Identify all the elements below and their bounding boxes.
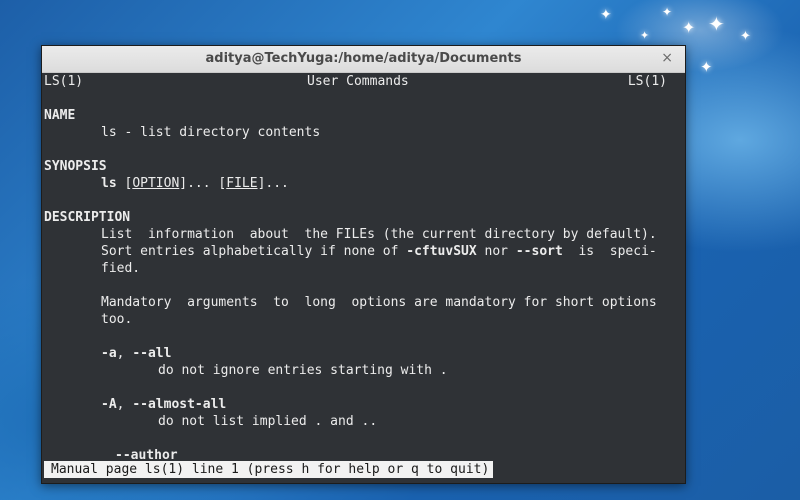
sparkle-icon: ✦ xyxy=(640,29,650,42)
description-line: Sort entries alphabetically if none of -… xyxy=(101,244,657,259)
section-heading-description: DESCRIPTION xyxy=(44,210,131,225)
man-header-left: LS(1) xyxy=(44,74,84,89)
man-page-content[interactable]: LS(1) User Commands LS(1) NAME ls - list… xyxy=(44,73,685,483)
synopsis-line: ls [OPTION]... [FILE]... xyxy=(101,176,289,191)
option-a-description: do not ignore entries starting with . xyxy=(158,363,448,378)
man-header-right: LS(1) xyxy=(627,74,667,89)
man-header-center: User Commands xyxy=(307,74,409,89)
description-line: List information about the FILEs (the cu… xyxy=(101,227,657,242)
section-heading-synopsis: SYNOPSIS xyxy=(44,159,107,174)
mandatory-note: too. xyxy=(101,312,133,327)
sparkle-icon: ✦ xyxy=(740,29,751,44)
sort-option: --sort xyxy=(515,244,563,259)
window-title: aditya@TechYuga:/home/aditya/Documents xyxy=(205,51,522,66)
synopsis-ellipsis: ... xyxy=(265,176,289,191)
synopsis-ellipsis: ... xyxy=(187,176,211,191)
option-almost-all: -A, --almost-all xyxy=(101,397,227,412)
mandatory-note: Mandatory arguments to long options are … xyxy=(101,295,657,310)
sparkle-icon: ✦ xyxy=(708,12,725,36)
option-a: -a, --all xyxy=(101,346,172,361)
pager-status-bar: Manual page ls(1) line 1 (press h for he… xyxy=(44,461,494,478)
description-line: fied. xyxy=(101,261,141,276)
section-heading-name: NAME xyxy=(44,108,76,123)
synopsis-option: OPTION xyxy=(132,176,180,191)
title-bar[interactable]: aditya@TechYuga:/home/aditya/Documents × xyxy=(42,46,685,73)
synopsis-file: FILE xyxy=(226,176,258,191)
sparkle-icon: ✦ xyxy=(600,7,612,23)
terminal-window[interactable]: aditya@TechYuga:/home/aditya/Documents ×… xyxy=(41,45,686,484)
synopsis-command: ls xyxy=(101,176,117,191)
name-text: ls - list directory contents xyxy=(101,125,321,140)
close-icon[interactable]: × xyxy=(661,50,673,66)
sparkle-icon: ✦ xyxy=(700,58,713,76)
sparkle-icon: ✦ xyxy=(662,5,673,19)
sparkle-icon: ✦ xyxy=(682,18,696,37)
sort-flags: -cftuvSUX xyxy=(406,244,477,259)
option-almost-all-description: do not list implied . and .. xyxy=(158,414,378,429)
